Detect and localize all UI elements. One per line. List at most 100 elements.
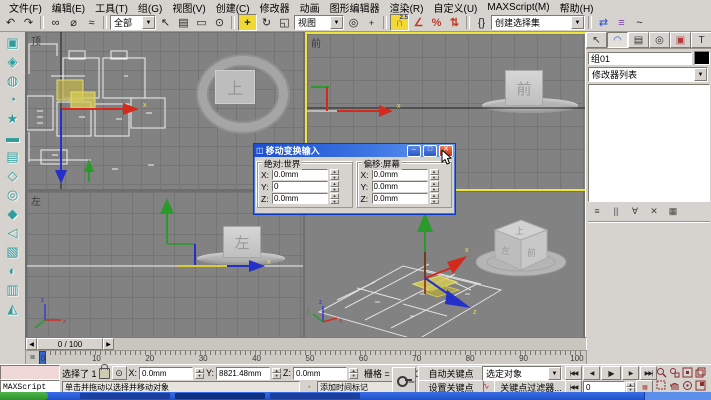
menu-item[interactable]: MAXScript(M) [482, 2, 554, 13]
modifier-list-dropdown[interactable]: 修改器列表 ▼ [588, 67, 708, 82]
use-pivot-center-icon[interactable]: ◎ [345, 15, 362, 30]
menu-item[interactable]: 帮助(H) [555, 0, 599, 15]
taskbar-item-active[interactable] [175, 393, 265, 399]
menu-item[interactable]: 创建(C) [211, 0, 255, 15]
select-manipulate-icon[interactable]: + [363, 15, 380, 30]
frame-spinner[interactable]: ▲▼ [626, 382, 635, 393]
object-name-field[interactable]: 组01 [588, 52, 692, 65]
abs-y-spinner[interactable]: ▲▼ [330, 181, 339, 192]
align-icon[interactable]: ≡ [613, 15, 630, 30]
coord-z-spinner[interactable]: ▲▼ [349, 368, 358, 379]
tab-modify-icon[interactable]: ◠ [607, 32, 628, 48]
start-button[interactable] [0, 392, 48, 400]
abs-x-spinner[interactable]: ▲▼ [330, 169, 339, 180]
play-button[interactable]: ▶ [601, 366, 621, 380]
region-zoom-icon[interactable] [655, 379, 668, 392]
off-x-spinner[interactable]: ▲▼ [430, 169, 439, 180]
left-toolbar-icon[interactable]: ◭ [3, 299, 23, 318]
modifier-stack-list[interactable] [588, 84, 710, 202]
coord-x-spinner[interactable]: ▲▼ [195, 368, 204, 379]
zoom-extents-all-icon[interactable] [694, 366, 707, 379]
bind-spacewarp-icon[interactable]: ≈ [83, 15, 100, 30]
menu-item[interactable]: 文件(F) [4, 0, 47, 15]
select-by-name-icon[interactable]: ▤ [175, 15, 192, 30]
select-link-icon[interactable]: ∞ [47, 15, 64, 30]
snap-toggle-25-button[interactable]: ∩2.5 [390, 14, 409, 31]
left-toolbar-icon[interactable]: ◍ [3, 71, 23, 90]
minimize-button[interactable]: – [407, 145, 421, 157]
arc-rotate-icon[interactable] [681, 379, 694, 392]
tab-utilities-icon[interactable]: T [691, 32, 711, 48]
viewport-top-label[interactable]: 顶 [31, 33, 41, 48]
zoom-icon[interactable] [655, 366, 668, 379]
next-frame-icon[interactable]: ▶ [622, 366, 639, 380]
curve-editor-icon[interactable]: ~ [631, 15, 648, 30]
set-key-big-button[interactable] [392, 367, 416, 393]
left-toolbar-icon[interactable]: ▣ [3, 33, 23, 52]
time-slider-handle[interactable]: 0 / 100 [37, 338, 103, 350]
maxscript-mini-listener[interactable]: MAXScript [0, 365, 60, 393]
unlink-icon[interactable]: ⌀ [65, 15, 82, 30]
spinner-snap-icon[interactable]: ⇅ [446, 15, 463, 30]
coord-z-field[interactable]: 0.0mm [293, 367, 347, 380]
angle-snap-icon[interactable]: ∠ [410, 15, 427, 30]
selected-objects-dropdown[interactable]: 选定对象 ▼ [482, 366, 562, 381]
tab-motion-icon[interactable]: ◎ [649, 32, 670, 48]
dialog-titlebar[interactable]: ◫ 移动变换输入 – □ ✕ [254, 144, 455, 157]
maximize-button[interactable]: □ [423, 145, 437, 157]
left-toolbar-icon[interactable]: ▬ [3, 128, 23, 147]
track-bar[interactable]: ≣ 0102030405060708090100 [25, 350, 587, 365]
left-toolbar-icon[interactable]: ★ [3, 109, 23, 128]
listener-macro-line[interactable] [0, 365, 60, 380]
menu-item[interactable]: 编辑(E) [47, 0, 90, 15]
make-unique-icon[interactable]: ∀ [626, 204, 644, 218]
time-nudge-right-icon[interactable]: ▶ [103, 338, 114, 350]
move-button[interactable]: + [238, 14, 257, 31]
zoom-all-icon[interactable] [668, 366, 681, 379]
ref-coordinate-dropdown[interactable]: 视图 ▼ [294, 15, 344, 30]
menu-item[interactable]: 渲染(R) [385, 0, 429, 15]
left-toolbar-icon[interactable]: ▥ [3, 280, 23, 299]
menu-item[interactable]: 修改器 [255, 0, 295, 15]
left-toolbar-icon[interactable]: ◆ [3, 204, 23, 223]
viewport-left-label[interactable]: 左 [31, 193, 41, 208]
selection-lock-icon[interactable] [99, 368, 110, 379]
zoom-extents-icon[interactable] [681, 366, 694, 379]
menu-item[interactable]: 图形编辑器 [325, 0, 385, 15]
named-selection-dropdown[interactable]: 创建选择集 ▼ [491, 15, 585, 30]
menu-item[interactable]: 视图(V) [167, 0, 210, 15]
go-to-start-icon[interactable]: |◀◀ [565, 366, 582, 380]
coord-x-field[interactable]: 0.0mm [139, 367, 193, 380]
coord-y-spinner[interactable]: ▲▼ [272, 368, 281, 379]
tab-hierarchy-icon[interactable]: ▤ [628, 32, 649, 48]
taskbar-item[interactable] [270, 393, 360, 399]
tab-display-icon[interactable]: ▣ [670, 32, 691, 48]
left-toolbar-icon[interactable]: ◐ [3, 261, 23, 280]
transform-gizmo-toggle-icon[interactable]: ⊙ [112, 366, 127, 380]
undo-icon[interactable]: ↶ [2, 15, 19, 30]
named-selection-sets-icon[interactable]: {} [473, 15, 490, 30]
abs-z-spinner[interactable]: ▲▼ [330, 193, 339, 204]
rotate-button[interactable]: ↻ [258, 15, 275, 30]
select-object-icon[interactable]: ↖ [157, 15, 174, 30]
remove-modifier-icon[interactable]: ✕ [645, 204, 663, 218]
taskbar-item[interactable] [80, 393, 170, 399]
off-z-spinner[interactable]: ▲▼ [430, 193, 439, 204]
selection-filter-dropdown[interactable]: 全部 ▼ [110, 15, 156, 30]
rect-selection-region-icon[interactable]: ▭ [193, 15, 210, 30]
tab-create-icon[interactable]: ↖ [586, 32, 607, 48]
window-crossing-icon[interactable]: ⊙ [211, 15, 228, 30]
mirror-icon[interactable]: ⇄ [595, 15, 612, 30]
time-nudge-left-icon[interactable]: ◀ [26, 338, 37, 350]
left-toolbar-icon[interactable]: ◇ [3, 166, 23, 185]
abs-y-field[interactable] [272, 181, 328, 192]
percent-snap-icon[interactable]: % [428, 15, 445, 30]
configure-modifier-sets-icon[interactable]: ▦ [664, 204, 682, 218]
pan-hand-icon[interactable] [668, 379, 681, 392]
off-y-spinner[interactable]: ▲▼ [430, 181, 439, 192]
pin-stack-icon[interactable]: ≡ [588, 204, 606, 218]
left-toolbar-icon[interactable]: ▤ [3, 147, 23, 166]
object-color-swatch[interactable] [694, 51, 710, 65]
show-end-result-icon[interactable]: || [607, 204, 625, 218]
off-z-field[interactable] [372, 193, 428, 204]
